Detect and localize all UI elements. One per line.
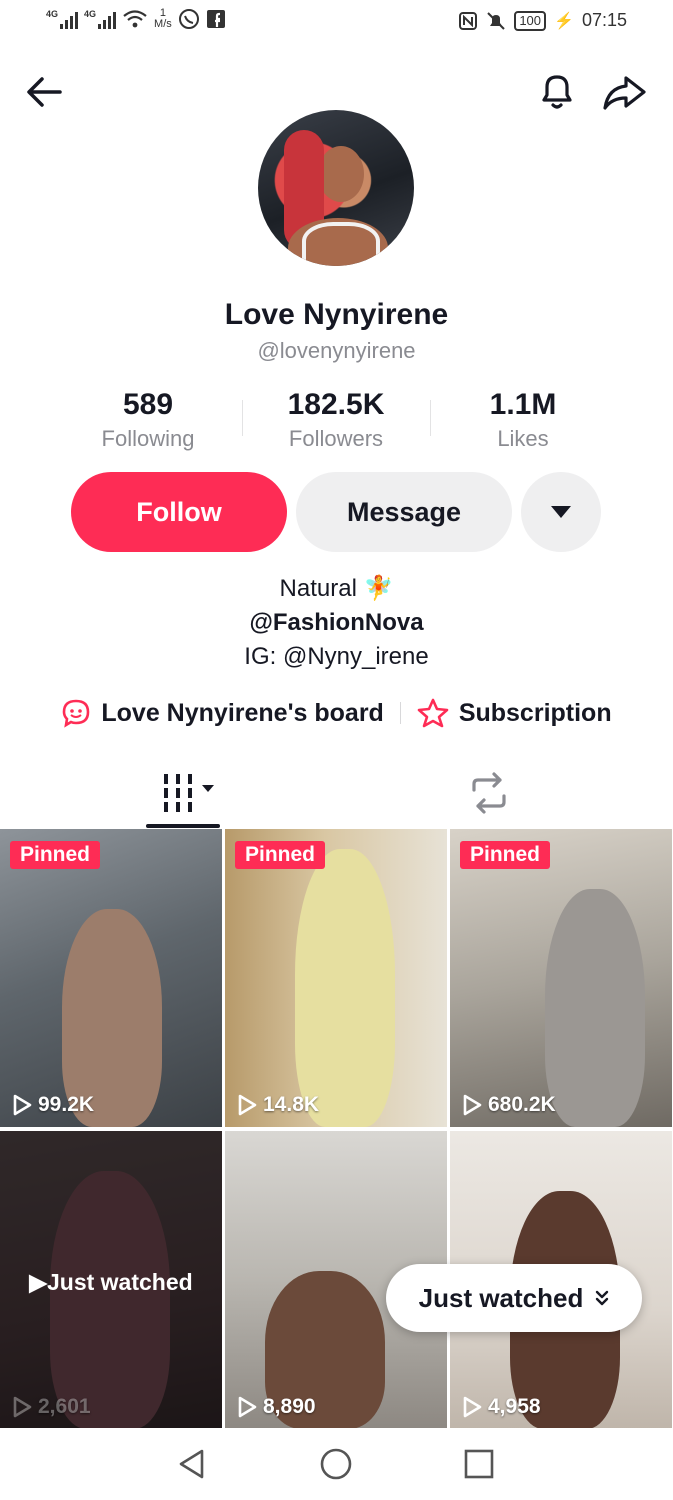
suggested-accounts-button[interactable]	[521, 472, 601, 552]
double-chevron-down-icon	[596, 1290, 609, 1306]
avatar[interactable]	[258, 110, 414, 266]
bell-icon[interactable]	[534, 68, 580, 114]
just-watched-label: ▶Just watched	[29, 1269, 193, 1295]
play-icon	[463, 1396, 482, 1418]
star-badge-icon	[417, 698, 449, 728]
chat-bubble-icon	[63, 699, 90, 728]
stat-followers[interactable]: 182.5K Followers	[241, 388, 431, 452]
share-icon[interactable]	[600, 70, 648, 114]
clock: 07:15	[581, 10, 627, 30]
view-count: 99.2K	[12, 1093, 94, 1117]
back-arrow-icon[interactable]	[22, 70, 66, 114]
video-tile[interactable]: Pinned 99.2K	[0, 829, 222, 1127]
signal-icon: 4G	[46, 9, 79, 29]
mute-bell-icon	[487, 11, 506, 30]
bio-line: Natural 🧚	[279, 575, 394, 602]
active-tab-indicator	[146, 824, 220, 828]
stat-following[interactable]: 589 Following	[53, 388, 243, 452]
just-watched-button[interactable]: Just watched	[386, 1264, 642, 1332]
view-count: 2,601	[12, 1395, 91, 1419]
stat-label: Followers	[288, 426, 384, 451]
nav-home-icon[interactable]	[320, 1448, 352, 1480]
stat-value: 589	[122, 388, 174, 421]
status-right: 100 ⚡ 07:15	[458, 10, 627, 31]
profile-name: Love Nynyirene	[224, 298, 449, 331]
pinned-badge: Pinned	[10, 841, 101, 869]
facebook-icon	[206, 10, 225, 28]
view-count: 14.8K	[237, 1093, 319, 1117]
message-button[interactable]: Message	[296, 472, 512, 552]
wifi-icon	[123, 10, 147, 28]
just-watched-button-label: Just watched	[418, 1282, 584, 1313]
battery-indicator: 100	[514, 10, 547, 31]
network-speed: 1 M/s	[154, 7, 172, 30]
bio-line: IG: @Nyny_irene	[244, 643, 429, 670]
play-icon	[463, 1094, 482, 1116]
caret-down-icon	[551, 506, 571, 518]
system-nav-bar	[0, 1428, 673, 1500]
pinned-badge: Pinned	[235, 841, 326, 869]
link-divider	[399, 702, 401, 724]
pinned-badge: Pinned	[460, 841, 551, 869]
play-icon	[238, 1396, 257, 1418]
stat-label: Likes	[497, 426, 549, 451]
stat-value: 1.1M	[489, 388, 557, 421]
follow-button[interactable]: Follow	[71, 472, 287, 552]
repost-tab-icon[interactable]	[466, 770, 512, 816]
stat-value: 182.5K	[287, 388, 385, 421]
view-count: 680.2K	[462, 1093, 556, 1117]
video-tile[interactable]: Pinned 680.2K	[450, 829, 672, 1127]
subscription-link-label: Subscription	[458, 698, 612, 727]
nav-back-icon[interactable]	[176, 1448, 208, 1480]
play-icon	[238, 1094, 257, 1116]
video-tile[interactable]: Pinned 14.8K	[225, 829, 447, 1127]
profile-links: Love Nynyirene's board Subscription	[0, 698, 673, 728]
play-icon	[13, 1396, 32, 1418]
nfc-icon	[459, 11, 478, 30]
videos-grid-tab-icon[interactable]	[146, 766, 220, 822]
stat-likes[interactable]: 1.1M Likes	[428, 388, 618, 452]
whatsapp-icon	[178, 9, 199, 29]
profile-handle: @lovenynyirene	[257, 338, 416, 363]
board-link[interactable]: Love Nynyirene's board	[61, 698, 384, 728]
status-left: 4G 4G 1 M/s	[46, 8, 226, 30]
board-link-label: Love Nynyirene's board	[101, 698, 384, 727]
charging-icon: ⚡	[554, 12, 574, 30]
nav-recents-icon[interactable]	[464, 1449, 494, 1479]
view-count: 8,890	[237, 1395, 316, 1419]
bio-mention[interactable]: @FashionNova	[0, 609, 673, 637]
status-bar: 4G 4G 1 M/s 100 ⚡ 07:15	[0, 0, 673, 44]
view-count: 4,958	[462, 1395, 541, 1419]
play-icon	[13, 1094, 32, 1116]
subscription-link[interactable]: Subscription	[417, 698, 612, 728]
signal-icon-2: 4G	[84, 9, 117, 29]
video-tile[interactable]: ▶Just watched 2,601	[0, 1131, 222, 1429]
stat-label: Following	[101, 426, 195, 451]
